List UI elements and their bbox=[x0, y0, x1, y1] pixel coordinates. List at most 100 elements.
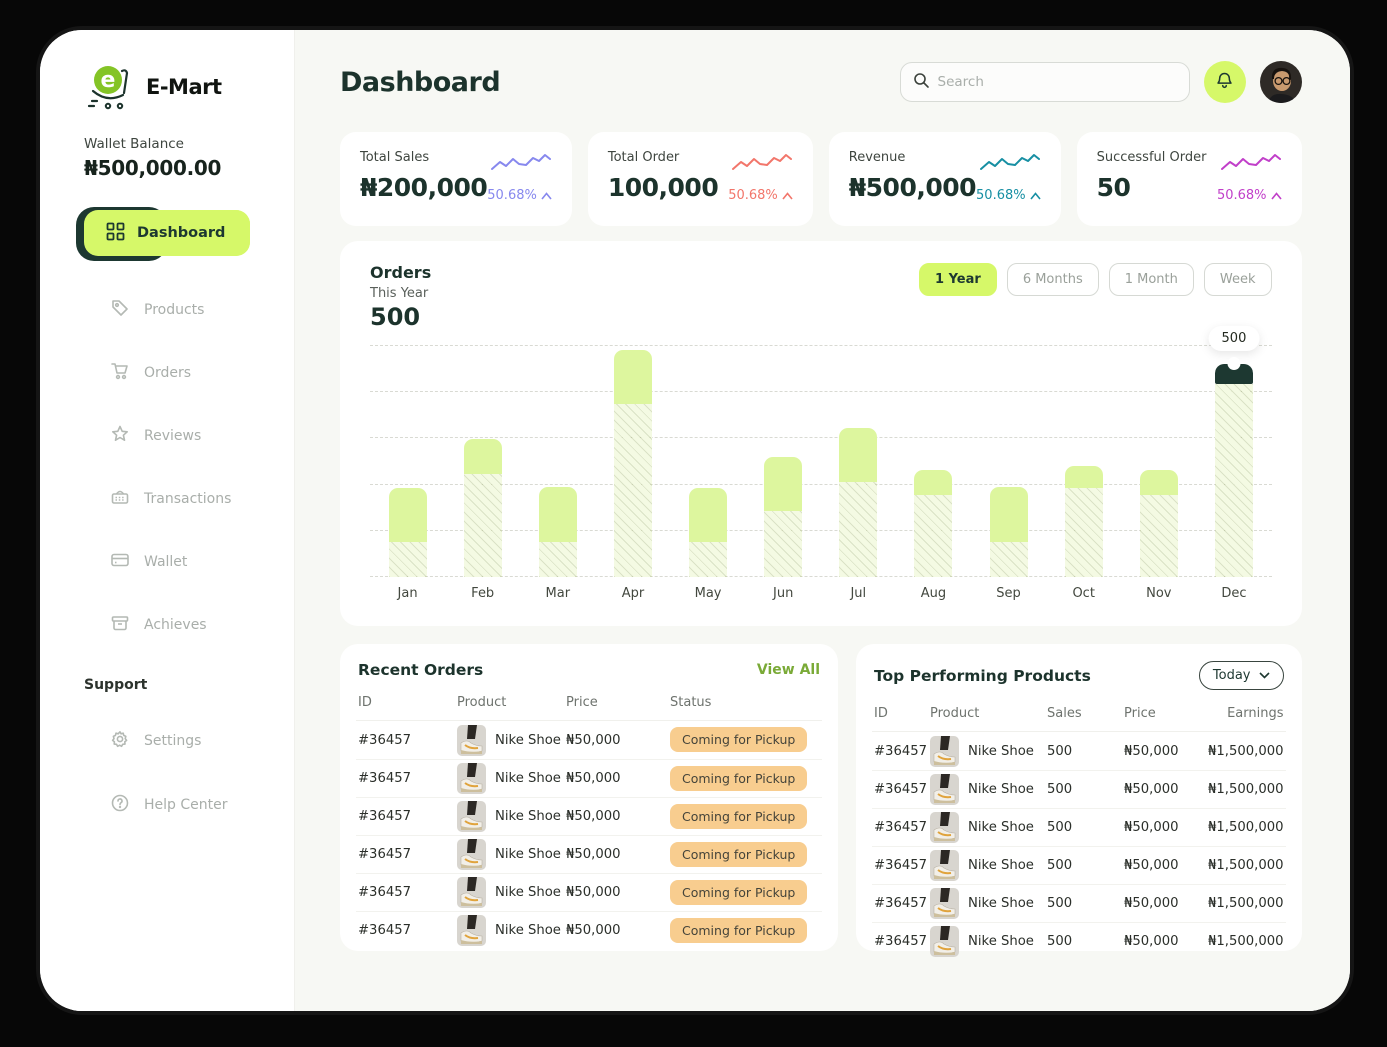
table-row[interactable]: #36457 Nike Shoe ₦50,000 Coming for Pick… bbox=[356, 721, 822, 759]
stat-value: 50 bbox=[1097, 173, 1207, 202]
table-row[interactable]: #36457 Nike Shoe 500 ₦50,000 ₦1,500,000 bbox=[872, 922, 1286, 960]
product-sales: 500 bbox=[1047, 896, 1124, 911]
search-icon bbox=[913, 72, 930, 93]
search-input[interactable] bbox=[938, 74, 1177, 90]
product-earnings: ₦1,500,000 bbox=[1208, 744, 1284, 759]
product-price: ₦50,000 bbox=[1124, 858, 1208, 873]
table-row[interactable]: #36457 Nike Shoe 500 ₦50,000 ₦1,500,000 bbox=[872, 808, 1286, 846]
sidebar-item-products[interactable]: Products bbox=[110, 298, 294, 322]
panel-title: Top Performing Products bbox=[874, 667, 1091, 685]
status-badge: Coming for Pickup bbox=[670, 880, 807, 905]
x-axis-label: Sep bbox=[971, 586, 1046, 601]
period-button-1-month[interactable]: 1 Month bbox=[1109, 263, 1194, 296]
sidebar-nav: Products Orders Reviews bbox=[84, 298, 294, 637]
orders-bar-plot: 500 bbox=[370, 345, 1272, 577]
product-sales: 500 bbox=[1047, 934, 1124, 949]
notifications-button[interactable] bbox=[1204, 61, 1246, 103]
top-products-panel: Top Performing Products Today ID Product… bbox=[856, 644, 1302, 951]
chart-title: Orders bbox=[370, 263, 431, 282]
product-name: Nike Shoe bbox=[495, 733, 561, 748]
table-row[interactable]: #36457 Nike Shoe 500 ₦50,000 ₦1,500,000 bbox=[872, 884, 1286, 922]
sidebar-item-label: Transactions bbox=[144, 491, 231, 507]
status-badge: Coming for Pickup bbox=[670, 766, 807, 791]
bar-dec: 500 bbox=[1196, 345, 1271, 577]
period-button-6-months[interactable]: 6 Months bbox=[1007, 263, 1099, 296]
stat-card-revenue: Revenue ₦500,000 50.68% bbox=[829, 132, 1061, 226]
tooltip-anchor-dot bbox=[1227, 357, 1240, 370]
x-axis-label: Jun bbox=[746, 586, 821, 601]
table-header: ID Product Price Status bbox=[356, 695, 822, 721]
table-row[interactable]: #36457 Nike Shoe ₦50,000 Coming for Pick… bbox=[356, 759, 822, 797]
table-row[interactable]: #36457 Nike Shoe ₦50,000 Coming for Pick… bbox=[356, 873, 822, 911]
stat-label: Total Order bbox=[608, 150, 718, 165]
order-id: #36457 bbox=[358, 847, 457, 862]
grid-icon bbox=[106, 222, 125, 245]
product-image bbox=[457, 839, 486, 870]
orders-chart-card: Orders This Year 500 1 Year6 Months1 Mon… bbox=[340, 241, 1302, 626]
stat-label: Successful Order bbox=[1097, 150, 1207, 165]
user-avatar[interactable] bbox=[1260, 61, 1302, 103]
product-image bbox=[930, 774, 959, 805]
product-name: Nike Shoe bbox=[968, 934, 1034, 949]
product-price: ₦50,000 bbox=[1124, 782, 1208, 797]
product-earnings: ₦1,500,000 bbox=[1208, 858, 1284, 873]
sidebar-item-achieves[interactable]: Achieves bbox=[110, 613, 294, 637]
product-name: Nike Shoe bbox=[968, 782, 1034, 797]
order-id: #36457 bbox=[358, 771, 457, 786]
sidebar-item-reviews[interactable]: Reviews bbox=[110, 424, 294, 448]
view-all-link[interactable]: View All bbox=[757, 662, 820, 678]
bar-may bbox=[671, 345, 746, 577]
stat-change: 50.68% bbox=[728, 188, 793, 203]
table-row[interactable]: #36457 Nike Shoe 500 ₦50,000 ₦1,500,000 bbox=[872, 770, 1286, 808]
status-badge: Coming for Pickup bbox=[670, 804, 807, 829]
sidebar-item-help-center[interactable]: Help Center bbox=[110, 793, 294, 817]
col-id: ID bbox=[358, 695, 457, 710]
sidebar-item-wallet[interactable]: Wallet bbox=[110, 550, 294, 574]
sidebar: e E-Mart Wallet Balance ₦500,000.00 Dash… bbox=[40, 30, 295, 1011]
cash-box-icon bbox=[110, 487, 130, 511]
product-image bbox=[457, 801, 486, 832]
order-id: #36457 bbox=[358, 923, 457, 938]
product-image bbox=[930, 888, 959, 919]
bar-feb bbox=[445, 345, 520, 577]
sidebar-item-label: Dashboard bbox=[137, 225, 225, 241]
order-id: #36457 bbox=[358, 809, 457, 824]
table-row[interactable]: #36457 Nike Shoe ₦50,000 Coming for Pick… bbox=[356, 797, 822, 835]
e-mart-logo-icon: e bbox=[84, 63, 136, 111]
recent-orders-table: #36457 Nike Shoe ₦50,000 Coming for Pick… bbox=[356, 721, 822, 949]
bar-apr bbox=[595, 345, 670, 577]
stats-row: Total Sales ₦200,000 50.68% Tot bbox=[340, 132, 1302, 226]
col-status: Status bbox=[670, 695, 820, 710]
search-box[interactable] bbox=[900, 62, 1190, 102]
table-row[interactable]: #36457 Nike Shoe ₦50,000 Coming for Pick… bbox=[356, 835, 822, 873]
order-price: ₦50,000 bbox=[566, 885, 670, 900]
product-sales: 500 bbox=[1047, 782, 1124, 797]
sidebar-item-transactions[interactable]: Transactions bbox=[110, 487, 294, 511]
table-row[interactable]: #36457 Nike Shoe 500 ₦50,000 ₦1,500,000 bbox=[872, 732, 1286, 770]
brand: e E-Mart bbox=[84, 64, 294, 110]
product-earnings: ₦1,500,000 bbox=[1208, 896, 1284, 911]
col-price: Price bbox=[566, 695, 670, 710]
x-axis-label: Jan bbox=[370, 586, 445, 601]
table-row[interactable]: #36457 Nike Shoe 500 ₦50,000 ₦1,500,000 bbox=[872, 846, 1286, 884]
product-name: Nike Shoe bbox=[968, 820, 1034, 835]
panel-title: Recent Orders bbox=[358, 661, 483, 679]
table-row[interactable]: #36457 Nike Shoe ₦50,000 Coming for Pick… bbox=[356, 911, 822, 949]
period-button-1-year[interactable]: 1 Year bbox=[919, 263, 997, 296]
product-name: Nike Shoe bbox=[968, 858, 1034, 873]
sidebar-item-dashboard[interactable]: Dashboard bbox=[84, 210, 250, 256]
period-button-week[interactable]: Week bbox=[1204, 263, 1272, 296]
sidebar-item-settings[interactable]: Settings bbox=[110, 729, 294, 753]
product-name: Nike Shoe bbox=[968, 896, 1034, 911]
bar-aug bbox=[896, 345, 971, 577]
sidebar-item-label: Products bbox=[144, 302, 204, 318]
date-filter-dropdown[interactable]: Today bbox=[1199, 661, 1284, 690]
stat-value: ₦500,000 bbox=[849, 173, 976, 202]
product-earnings: ₦1,500,000 bbox=[1208, 782, 1284, 797]
stat-card-successful-order: Successful Order 50 50.68% bbox=[1077, 132, 1302, 226]
recent-orders-panel: Recent Orders View All ID Product Price … bbox=[340, 644, 838, 951]
col-price: Price bbox=[1124, 706, 1208, 721]
bar-jul bbox=[821, 345, 896, 577]
sidebar-item-label: Wallet bbox=[144, 554, 187, 570]
sidebar-item-orders[interactable]: Orders bbox=[110, 361, 294, 385]
